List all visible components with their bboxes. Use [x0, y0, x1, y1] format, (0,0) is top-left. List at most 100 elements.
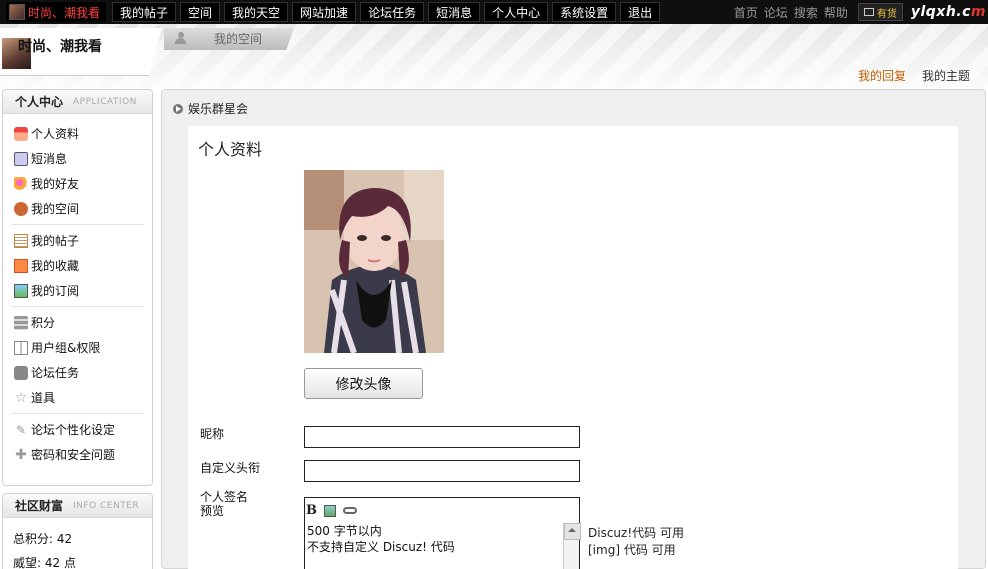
custom-title-label: 自定义头衔: [200, 461, 261, 475]
panel-subtitle: APPLICATION: [73, 96, 137, 107]
user-menu[interactable]: 时尚、潮我看: [6, 2, 107, 22]
sidebar-item-forum-tasks[interactable]: 论坛任务: [3, 360, 152, 385]
sidebar-item-props[interactable]: ☆ 道具: [3, 385, 152, 410]
sidebar-item-label: 论坛任务: [31, 366, 80, 380]
sidebar-item-label: 道具: [31, 391, 56, 405]
my-topics-link[interactable]: 我的主题: [922, 67, 970, 84]
friends-icon: [14, 176, 28, 191]
custom-title-input[interactable]: [304, 460, 580, 482]
points-icon: [14, 315, 28, 330]
menu-messages[interactable]: 短消息: [428, 2, 481, 22]
site-logo[interactable]: ylqxh.cm: [911, 4, 986, 20]
signature-line: 不支持自定义 Discuz! 代码: [307, 540, 455, 554]
divider: [11, 224, 144, 225]
menu-my-posts[interactable]: 我的帖子: [112, 2, 177, 22]
my-replies-link[interactable]: 我的回复: [858, 67, 906, 84]
bold-button[interactable]: B: [306, 503, 317, 518]
sidebar-item-friends[interactable]: 我的好友: [3, 171, 152, 196]
scrollbar[interactable]: [563, 523, 581, 569]
sidebar-item-messages[interactable]: 短消息: [3, 146, 152, 171]
user-avatar: [9, 4, 25, 20]
logo-text-red: m: [970, 4, 986, 20]
sidebar-item-subscriptions[interactable]: 我的订阅: [3, 278, 152, 303]
nickname-input[interactable]: [304, 426, 580, 448]
tab-my-space-label[interactable]: 我的空间: [214, 30, 262, 47]
prestige: 威望: 42 点: [13, 555, 76, 569]
favorites-icon: [14, 258, 28, 273]
menu-forum-tasks[interactable]: 论坛任务: [360, 2, 425, 22]
sidebar-item-label: 我的空间: [31, 202, 80, 216]
insert-image-icon[interactable]: [324, 504, 336, 517]
logo-text: ylqxh.c: [910, 4, 971, 20]
link-help[interactable]: 帮助: [824, 4, 848, 21]
sidebar-item-usergroup[interactable]: 用户组&权限: [3, 335, 152, 360]
sidebar-item-label: 密码和安全问题: [31, 448, 116, 462]
breadcrumb-arrow-icon: [173, 104, 183, 114]
panel-header: 社区财富 INFO CENTER: [3, 494, 152, 518]
discuz-code-note: Discuz!代码 可用: [588, 526, 684, 540]
panel-title: 个人中心: [15, 95, 64, 109]
plus-icon: ✚: [15, 446, 27, 463]
sidebar-item-label: 我的好友: [31, 177, 80, 191]
sidebar-item-points[interactable]: 积分: [3, 310, 152, 335]
img-code-note: [img] 代码 可用: [588, 543, 676, 557]
sidebar-item-favorites[interactable]: 我的收藏: [3, 253, 152, 278]
sidebar-item-label: 我的订阅: [31, 284, 80, 298]
sidebar-item-profile[interactable]: 个人资料: [3, 121, 152, 146]
top-right-links: 首页 论坛 搜索 帮助 有货 ylqxh.cm: [734, 0, 988, 24]
top-menu: 我的帖子 空间 我的天空 网站加速 论坛任务 短消息 个人中心 系统设置 退出: [112, 0, 664, 24]
menu-site-accelerate[interactable]: 网站加速: [292, 2, 357, 22]
menu-space[interactable]: 空间: [180, 2, 221, 22]
avatar-image: [304, 170, 444, 353]
panel-subtitle: INFO CENTER: [73, 500, 140, 511]
signature-label: 个人签名: [200, 490, 249, 504]
tasks-icon: [14, 365, 28, 380]
sidebar-item-posts[interactable]: 我的帖子: [3, 228, 152, 253]
profile-icon: [14, 126, 28, 141]
preview-label: 预览: [200, 504, 225, 518]
sidebar-item-personalize[interactable]: ✎ 论坛个性化设定: [3, 417, 152, 442]
space-icon: [14, 201, 28, 216]
cart-button[interactable]: 有货: [857, 3, 903, 21]
divider: [11, 306, 144, 307]
message-icon: [14, 151, 28, 166]
personal-center-panel: 个人中心 APPLICATION 个人资料 短消息 我的好友 我的空间 我的帖子…: [2, 89, 153, 486]
insert-link-icon[interactable]: [343, 507, 357, 514]
menu-system-settings[interactable]: 系统设置: [552, 2, 617, 22]
sidebar-item-label: 我的帖子: [31, 234, 80, 248]
cart-icon: [863, 8, 874, 16]
total-points: 总积分: 42: [13, 531, 73, 546]
divider: [11, 413, 144, 414]
sidebar-item-label: 用户组&权限: [31, 341, 101, 355]
top-bar: 时尚、潮我看 我的帖子 空间 我的天空 网站加速 论坛任务 短消息 个人中心 系…: [0, 0, 988, 24]
link-search[interactable]: 搜索: [794, 4, 818, 21]
menu-logout[interactable]: 退出: [620, 2, 661, 22]
user-name: 时尚、潮我看: [28, 5, 101, 20]
page-title: 个人资料: [198, 140, 263, 159]
sidebar-item-label: 积分: [31, 316, 56, 330]
site-title: 时尚、潮我看: [18, 39, 102, 55]
sidebar-item-space[interactable]: 我的空间: [3, 196, 152, 221]
menu-personal-center[interactable]: 个人中心: [484, 2, 549, 22]
panel-title: 社区财富: [15, 499, 64, 513]
breadcrumb[interactable]: 娱乐群星会: [188, 100, 248, 117]
change-avatar-button[interactable]: 修改头像: [304, 368, 423, 399]
link-home[interactable]: 首页: [734, 4, 758, 21]
sidebar-item-label: 论坛个性化设定: [31, 423, 116, 437]
editor-toolbar: B: [306, 503, 357, 518]
menu-my-sky[interactable]: 我的天空: [224, 2, 289, 22]
subscriptions-icon: [14, 283, 28, 298]
sidebar-item-label: 短消息: [31, 152, 68, 166]
wrench-icon: ✎: [15, 422, 27, 437]
panel-header: 个人中心 APPLICATION: [3, 90, 152, 114]
sidebar-item-security[interactable]: ✚ 密码和安全问题: [3, 442, 152, 467]
book-icon: [14, 340, 28, 355]
link-forum[interactable]: 论坛: [764, 4, 788, 21]
sidebar-item-label: 个人资料: [31, 127, 80, 141]
star-icon: ☆: [14, 389, 28, 406]
cart-label: 有货: [876, 8, 897, 20]
user-icon: [175, 32, 186, 44]
avatar-photo: [304, 170, 444, 353]
posts-icon: [14, 233, 28, 248]
signature-textarea[interactable]: 500 字节以内 不支持自定义 Discuz! 代码: [307, 523, 455, 555]
